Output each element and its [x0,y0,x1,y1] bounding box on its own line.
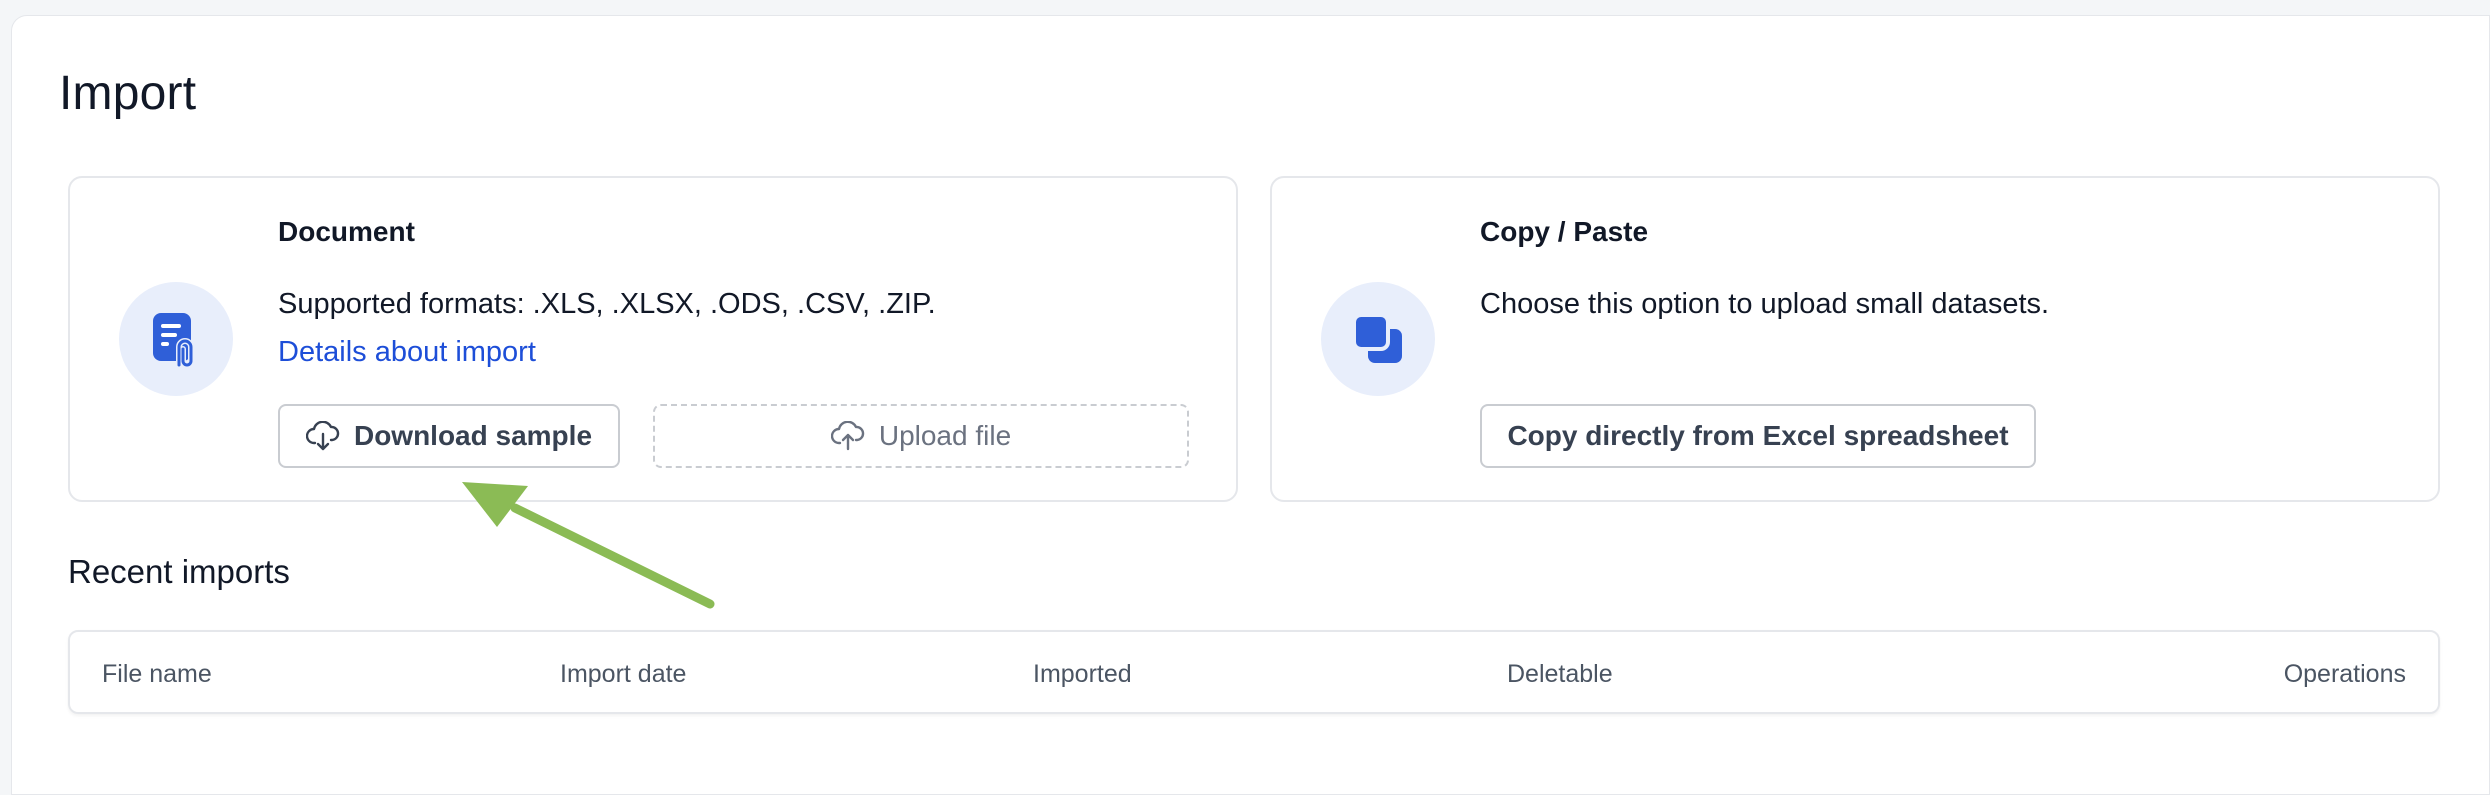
copy-paste-card-title: Copy / Paste [1480,216,1649,247]
copy-icon [1352,313,1402,363]
document-import-card: Document Supported formats: .XLS, .XLSX,… [68,176,1238,502]
copy-from-excel-button[interactable]: Copy directly from Excel spreadsheet [1480,404,2036,468]
copy-paste-description: Choose this option to upload small datas… [1480,288,2050,320]
copy-icon-circle [1321,282,1435,396]
cloud-upload-icon [830,421,865,451]
column-header-imported[interactable]: Imported [1033,660,1132,689]
page-title: Import [59,67,197,120]
cloud-download-icon [305,421,340,451]
supported-formats-text: Supported formats: .XLS, .XLSX, .ODS, .C… [278,288,936,320]
recent-imports-table: File name Import date Imported Deletable… [68,630,2440,714]
document-icon-circle [119,282,233,396]
column-header-deletable[interactable]: Deletable [1507,660,1613,689]
column-header-operations[interactable]: Operations [2284,660,2406,689]
upload-file-button[interactable]: Upload file [653,404,1189,468]
document-attachment-icon [153,313,194,368]
column-header-file-name[interactable]: File name [102,660,212,689]
download-sample-button[interactable]: Download sample [278,404,620,468]
document-card-title: Document [278,216,415,247]
details-about-import-link[interactable]: Details about import [278,336,536,369]
recent-imports-title: Recent imports [68,553,290,590]
upload-file-label: Upload file [878,420,1012,451]
download-sample-label: Download sample [353,420,593,451]
column-header-import-date[interactable]: Import date [560,660,686,689]
copy-paste-card: Copy / Paste Choose this option to uploa… [1270,176,2440,502]
